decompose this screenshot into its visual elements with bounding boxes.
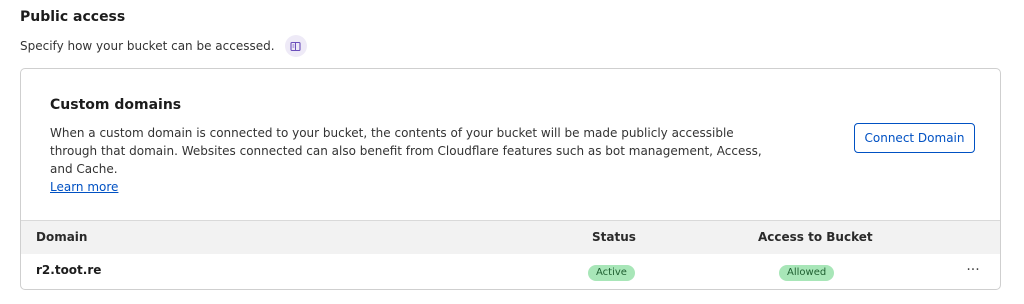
- custom-domains-title: Custom domains: [50, 97, 182, 113]
- book-icon: [290, 41, 301, 51]
- section-description: Specify how your bucket can be accessed.: [20, 39, 275, 53]
- status-cell: Active: [588, 264, 635, 281]
- column-header-access: Access to Bucket: [758, 230, 873, 244]
- connect-domain-button[interactable]: Connect Domain: [854, 123, 975, 153]
- column-header-status: Status: [592, 230, 636, 244]
- custom-domains-body-text: When a custom domain is connected to you…: [50, 126, 762, 176]
- learn-more-link[interactable]: Learn more: [50, 178, 118, 196]
- section-description-row: Specify how your bucket can be accessed.: [20, 35, 307, 57]
- row-more-options-icon[interactable]: ···: [963, 260, 983, 280]
- custom-domains-card: Custom domains When a custom domain is c…: [20, 68, 1001, 290]
- access-badge: Allowed: [779, 265, 835, 281]
- table-row[interactable]: r2.toot.re Active Allowed ···: [21, 254, 1000, 289]
- documentation-icon[interactable]: [284, 35, 307, 57]
- domain-cell: r2.toot.re: [36, 263, 102, 277]
- access-cell: Allowed: [779, 264, 835, 281]
- custom-domains-description: When a custom domain is connected to you…: [50, 124, 770, 196]
- column-header-domain: Domain: [36, 230, 88, 244]
- domains-table-header: Domain Status Access to Bucket: [21, 220, 1000, 254]
- status-badge: Active: [588, 265, 635, 281]
- page-section-title: Public access: [20, 9, 126, 25]
